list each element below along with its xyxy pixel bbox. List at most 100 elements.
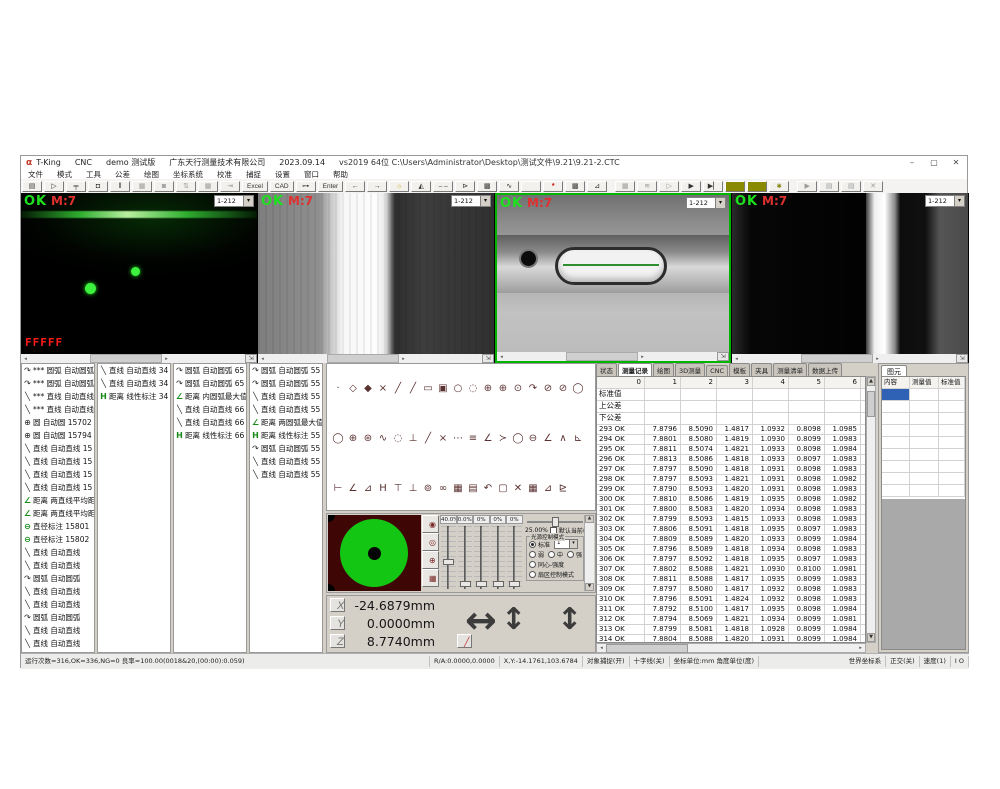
menu-item-设置[interactable]: 设置 [268, 169, 297, 180]
camera-panel-4[interactable]: OK M:7 1-212▾ ◂▸ ⇲ [732, 193, 968, 363]
axis-x-button[interactable]: X [330, 598, 345, 612]
list-item[interactable]: ↷圆弧 自动圆弧 [22, 611, 94, 624]
table-row[interactable]: 307 OK7.88028.50881.48211.09300.81001.09… [597, 565, 865, 575]
ring-light-preview[interactable] [328, 515, 421, 591]
list-item[interactable]: ╲直线 自动直线 66 [174, 403, 246, 416]
geometry-tool-icon[interactable]: · [331, 382, 345, 396]
folder-button[interactable]: ▷ [659, 181, 679, 192]
tab-测量记录[interactable]: 测量记录 [618, 363, 652, 376]
probe-down-button[interactable]: ◙ [154, 181, 174, 192]
element-row[interactable] [882, 425, 965, 437]
camera-panel-3-selected[interactable]: OK M:7 1-212▾ ◂▸ ⇲ [495, 193, 731, 363]
dither-button[interactable]: ▩ [477, 181, 497, 192]
save-2-button[interactable]: ▦ [615, 181, 635, 192]
block-2-button[interactable]: ▦ [198, 181, 218, 192]
list-item[interactable]: ╲*** 直线 自动直线 [22, 403, 94, 416]
geometry-tool-icon[interactable]: ⊖ [526, 432, 540, 446]
geometry-tool-icon[interactable]: × [376, 382, 390, 396]
minimize-button[interactable]: – [901, 158, 923, 167]
geometry-tool-icon[interactable]: ⊕ [496, 382, 510, 396]
geometry-tool-icon[interactable]: ╱ [391, 382, 405, 396]
list-item[interactable]: ⊕圆 自动圆 15794 [22, 429, 94, 442]
slider-thumb[interactable] [552, 517, 559, 527]
list-item[interactable]: ╲直线 自动直线 15 [22, 442, 94, 455]
light-slider-1[interactable]: 40.0% [440, 515, 457, 591]
run-button[interactable]: ▶ [681, 181, 701, 192]
geometry-tool-icon[interactable]: ⊕ [481, 382, 495, 396]
camera-h-scrollbar[interactable]: ◂▸ [21, 354, 245, 363]
list-item[interactable]: H距离 线性标注 55 [250, 429, 322, 442]
table-row[interactable]: 302 OK7.87998.50931.48151.09330.80981.09… [597, 515, 865, 525]
list-item[interactable]: ╲直线 自动直线 15 [22, 481, 94, 494]
element-row[interactable] [882, 461, 965, 473]
list-item[interactable]: ╲直线 自动直线 55 [250, 468, 322, 481]
axis-z-button[interactable]: Z [330, 634, 345, 648]
tab-状态[interactable]: 状态 [596, 363, 617, 376]
scroll-right-icon[interactable]: ▸ [873, 356, 882, 362]
menu-item-绘图[interactable]: 绘图 [137, 169, 166, 180]
table-row[interactable]: 313 OK7.87998.50811.48181.09280.80991.09… [597, 625, 865, 635]
table-v-scrollbar[interactable]: ▲ ▼ [866, 376, 876, 643]
geometry-tool-icon[interactable]: ⊢ [331, 482, 345, 496]
tolerance-row[interactable]: 下公差 [597, 413, 865, 425]
geometry-tool-icon[interactable]: ∿ [376, 432, 390, 446]
geometry-tool-icon[interactable]: ▤ [466, 482, 480, 496]
geometry-tool-icon[interactable]: ⊕ [346, 432, 360, 446]
table-row[interactable]: 293 OK7.87968.50901.48171.09320.80981.09… [597, 425, 865, 435]
light-slider-2[interactable]: 0.0% [457, 515, 474, 591]
move-updown-button[interactable]: ⇅ [176, 181, 196, 192]
table-row[interactable]: 298 OK7.87978.50931.48211.09310.80981.09… [597, 475, 865, 485]
geometry-tool-icon[interactable]: × [436, 432, 450, 446]
menu-item-公差[interactable]: 公差 [108, 169, 137, 180]
list-item[interactable]: ∠距离 两直线平均距离 [22, 507, 94, 520]
list-item[interactable]: ∠距离 两直线平均距离 [22, 494, 94, 507]
element-row[interactable] [882, 413, 965, 425]
list-item[interactable]: ╲*** 直线 自动直线 [22, 390, 94, 403]
chart-button[interactable]: ⊿ [587, 181, 607, 192]
curve-button[interactable]: ∿ [499, 181, 519, 192]
geometry-tool-icon[interactable]: ⊿ [541, 482, 555, 496]
list-item[interactable]: ↷*** 圆弧 自动圆弧 [22, 364, 94, 377]
light-mode-icon[interactable]: ◉ [422, 515, 439, 533]
table-row[interactable]: 301 OK7.88008.50831.48201.09340.80981.09… [597, 505, 865, 515]
geometry-tool-icon[interactable]: ◌ [391, 432, 405, 446]
scroll-left-icon[interactable]: ◂ [21, 356, 30, 362]
scroll-left-icon[interactable]: ◂ [497, 354, 506, 360]
jog-z-icon[interactable]: ↕ [557, 602, 582, 637]
camera-resize-grip[interactable]: ⇲ [482, 354, 494, 363]
geometry-tool-icon[interactable]: ◯ [511, 432, 525, 446]
list-item[interactable]: ∠距离 内圆弧最大值 [174, 390, 246, 403]
camera-resize-grip[interactable]: ⇲ [245, 354, 257, 363]
scroll-left-icon[interactable]: ◂ [258, 356, 267, 362]
light-mode-icon[interactable]: ⊕ [422, 551, 439, 569]
block-button[interactable]: ▦ [132, 181, 152, 192]
list-item[interactable]: ╲直线 自动直线 [22, 559, 94, 572]
jog-vertical-icon[interactable]: ↕ [501, 602, 526, 637]
maximize-button[interactable]: ▢ [923, 158, 945, 167]
list-item[interactable]: ╲直线 自动直线 66 [174, 416, 246, 429]
geometry-tool-icon[interactable]: ≻ [496, 432, 510, 446]
table-row[interactable]: 314 OK7.88048.50881.48201.09310.80991.09… [597, 635, 865, 643]
column-button[interactable]: ‖ [110, 181, 130, 192]
table-row[interactable]: 300 OK7.88108.50861.48191.09350.80981.09… [597, 495, 865, 505]
pause-button[interactable]: ▮▮ [747, 181, 767, 192]
light-panel-scrollbar[interactable]: ▲ ▼ [584, 515, 594, 591]
list-item[interactable]: ╲直线 自动直线 34 [98, 377, 170, 390]
terrain-button[interactable]: ◭ [411, 181, 431, 192]
red-star-button[interactable]: * [543, 181, 563, 192]
menu-item-捕捉[interactable]: 捕捉 [239, 169, 268, 180]
play-2-button[interactable]: ▶ [797, 181, 817, 192]
geometry-tool-icon[interactable]: ◌ [466, 382, 480, 396]
arrow-left-button[interactable]: ← [345, 181, 365, 192]
close-button[interactable]: ✕ [945, 158, 967, 167]
run-to-end-button[interactable]: ▶▏ [703, 181, 723, 192]
camera-zoom-select[interactable]: 1-212▾ [214, 195, 254, 207]
geometry-tool-icon[interactable]: ╱ [406, 382, 420, 396]
list-item[interactable]: ╲直线 自动直线 55 [250, 403, 322, 416]
open-button[interactable]: ▷ [44, 181, 64, 192]
scroll-thumb[interactable] [90, 354, 162, 363]
table-row[interactable]: 309 OK7.87978.50801.48171.09320.80981.09… [597, 585, 865, 595]
geometry-tool-icon[interactable]: ⊾ [571, 432, 585, 446]
element-row[interactable] [882, 401, 965, 413]
geometry-tool-icon[interactable]: ⊿ [361, 482, 375, 496]
